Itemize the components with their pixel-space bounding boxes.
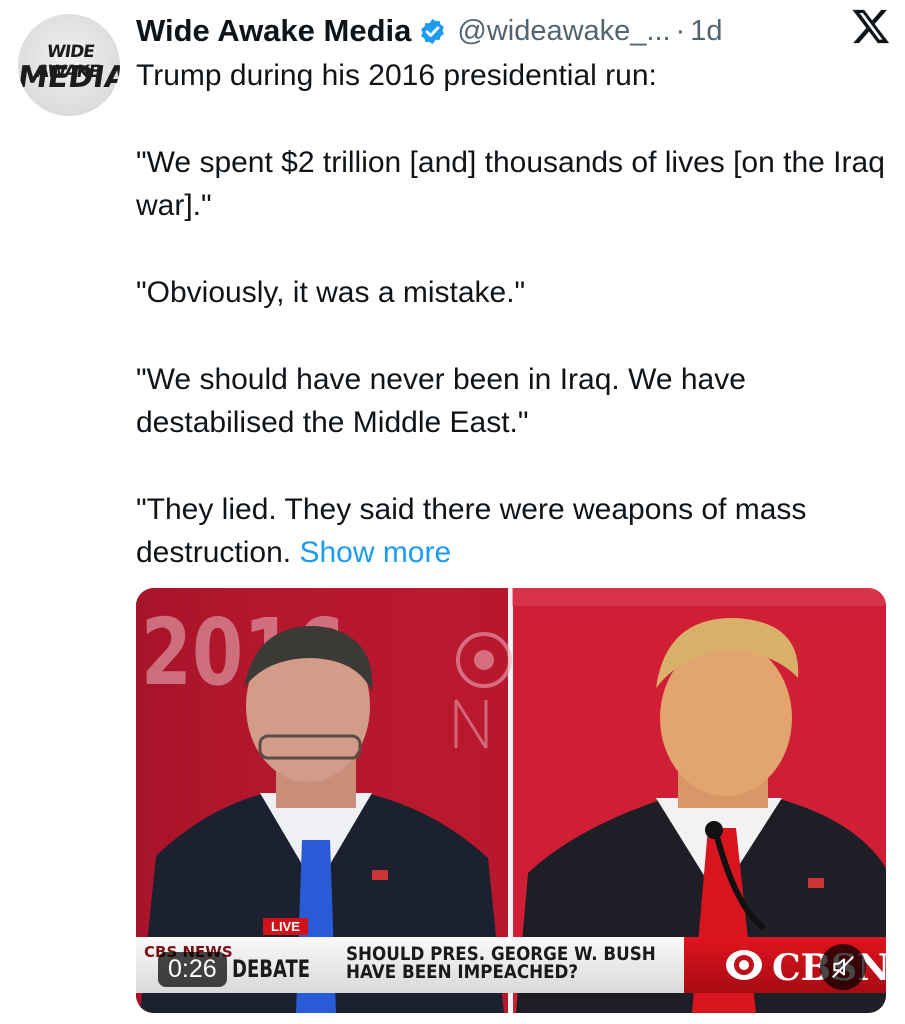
- tweet-paragraph-last: "They lied. They said there were weapons…: [136, 488, 888, 574]
- headline-line2: HAVE BEEN IMPEACHED?: [346, 961, 579, 983]
- video-player[interactable]: 2016 LIVE CBS NEWS DEBATE: [136, 588, 886, 1013]
- muted-speaker-icon: [832, 956, 854, 978]
- tweet-paragraph: "Obviously, it was a mistake.": [136, 276, 526, 309]
- tweet-body: Trump during his 2016 presidential run: …: [136, 54, 888, 574]
- tweet-paragraph: "We should have never been in Iraq. We h…: [136, 363, 746, 439]
- lower-third-label: DEBATE: [232, 955, 311, 983]
- separator-dot: ·: [675, 14, 686, 47]
- lower-third-headline: SHOULD PRES. GEORGE W. BUSH HAVE BEEN IM…: [346, 945, 656, 983]
- tweet-header: Wide Awake Media @wideawake_... · 1d: [136, 6, 885, 56]
- author-handle[interactable]: @wideawake_...: [457, 15, 670, 48]
- mute-button[interactable]: [820, 944, 866, 990]
- author-avatar[interactable]: WIDE AWAKE MEDIA: [18, 14, 120, 116]
- tweet-paragraph: Trump during his 2016 presidential run:: [136, 59, 657, 92]
- lower-third-banner: CBS NEWS DEBATE SHOULD PRES. GEORGE W. B…: [136, 937, 886, 993]
- x-logo-icon[interactable]: [851, 6, 891, 46]
- live-badge: LIVE: [263, 918, 308, 935]
- avatar-text-line2: MEDIA: [18, 60, 120, 95]
- tweet-paragraph: "We spent $2 trillion [and] thousands of…: [136, 146, 885, 222]
- post-time[interactable]: 1d: [690, 15, 722, 48]
- tweet-paragraph-text: "They lied. They said there were weapons…: [136, 493, 807, 569]
- author-display-name[interactable]: Wide Awake Media: [136, 13, 411, 49]
- cbs-eye-icon: [726, 950, 762, 980]
- video-timestamp: 0:26: [158, 952, 227, 987]
- verified-badge-icon: [421, 18, 445, 44]
- show-more-link[interactable]: Show more: [299, 536, 451, 569]
